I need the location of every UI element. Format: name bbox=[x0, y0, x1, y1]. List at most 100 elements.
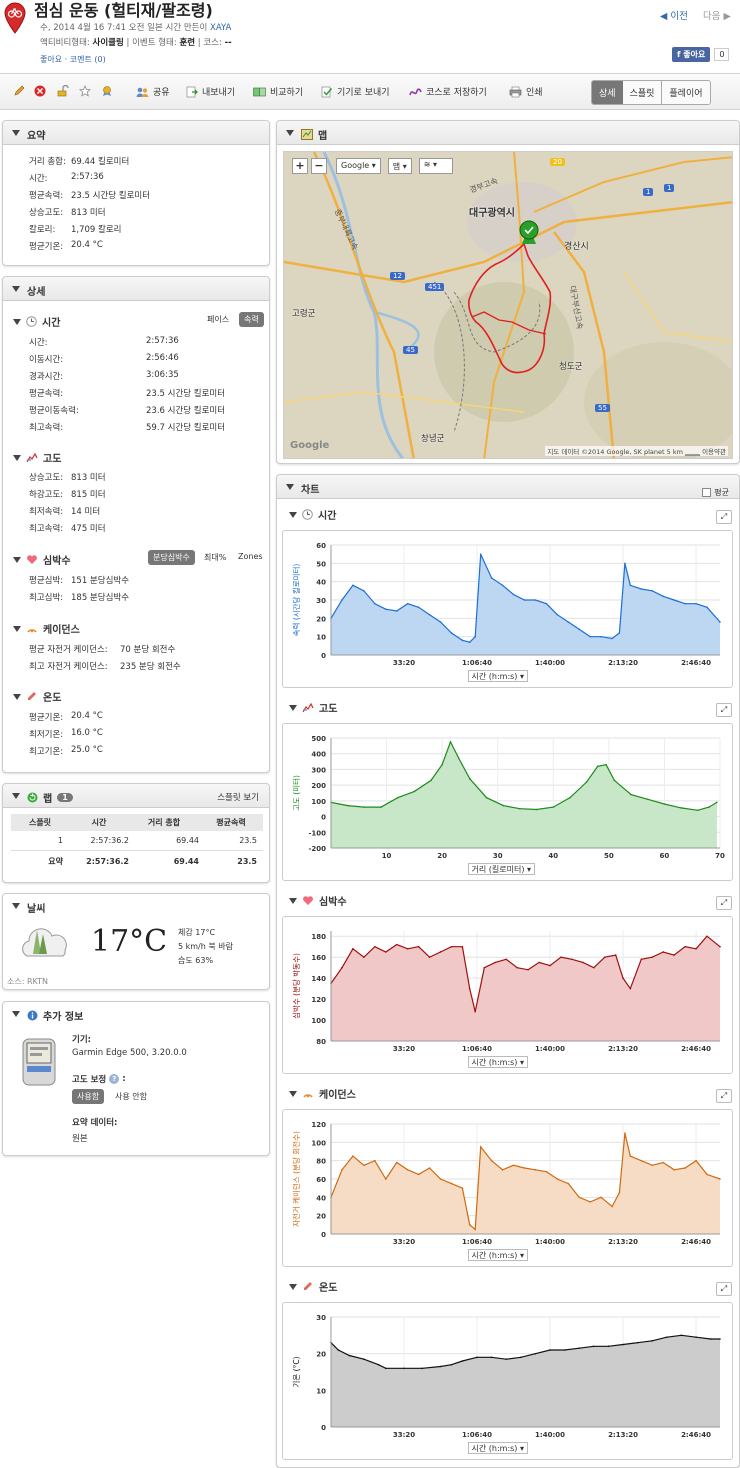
facebook-like[interactable]: f 좋아요 0 bbox=[672, 46, 730, 62]
y-axis-label: 속력 (시간당 킬로미터) bbox=[291, 564, 301, 637]
tab-player[interactable]: 플레이어 bbox=[661, 81, 710, 104]
map-google-logo: Google bbox=[290, 440, 330, 451]
weather-panel: 날씨 17°C 체감 17°C 5 km/h 북 바람 습도 63% 소스: R… bbox=[2, 893, 270, 990]
compare-button[interactable]: 비교하기 bbox=[253, 85, 303, 98]
weather-header[interactable]: 날씨 bbox=[3, 894, 269, 918]
expand-chart-icon[interactable]: ⤢ bbox=[716, 1282, 732, 1296]
tab-details[interactable]: 상세 bbox=[592, 81, 623, 104]
zoom-in-button[interactable]: + bbox=[292, 158, 308, 174]
x-axis-select[interactable]: 시간 (h:m:s) ▾ bbox=[467, 670, 528, 682]
cadence-section-header[interactable]: 케이던스 bbox=[13, 621, 80, 636]
layers-icon[interactable]: ≋ ▾ bbox=[418, 158, 453, 174]
temperature-section-header[interactable]: 온도 bbox=[13, 689, 61, 704]
average-checkbox[interactable]: 평균 bbox=[702, 487, 729, 498]
table-row[interactable]: 1 2:57:36.2 69.44 23.5 bbox=[11, 831, 263, 850]
data-point bbox=[695, 1336, 697, 1338]
comments-link[interactable]: 코멘트 (0) bbox=[70, 55, 106, 64]
y-tick-label: 30 bbox=[316, 1314, 326, 1322]
map-type-select[interactable]: 맵 ▾ bbox=[387, 158, 412, 174]
x-axis-select[interactable]: 거리 (킬로미터) ▾ bbox=[467, 863, 536, 875]
map-canvas[interactable]: + − Google ▾ 맵 ▾ ≋ ▾ 대구광역시 경산시 고령군 청도군 창… bbox=[283, 151, 733, 459]
elevation-section-header[interactable]: 고도 bbox=[13, 450, 61, 465]
send-to-device-button[interactable]: 기기로 보내기 bbox=[321, 85, 390, 98]
activity-type-value[interactable]: 사이클링 bbox=[93, 38, 124, 48]
y-tick-label: 60 bbox=[316, 542, 326, 550]
chart-svg-cad: 0 20 40 60 80 100 120 33:20 1:06:40 1:40:00 2:13:2… bbox=[291, 1121, 721, 1246]
expand-chart-icon[interactable]: ⤢ bbox=[716, 510, 732, 524]
x-axis-select[interactable]: 시간 (h:m:s) ▾ bbox=[467, 1442, 528, 1454]
chart-header-speed[interactable]: 시간 bbox=[289, 507, 336, 522]
next-activity-link[interactable]: 다음 ▶ bbox=[703, 8, 731, 22]
expand-chart-icon[interactable]: ⤢ bbox=[716, 896, 732, 910]
details-header[interactable]: 상세 bbox=[3, 277, 269, 301]
edit-pencil-icon[interactable] bbox=[13, 85, 25, 97]
max-percent-toggle[interactable]: 최대% bbox=[199, 550, 231, 565]
chart-header-temp[interactable]: 온도 bbox=[289, 1279, 337, 1294]
x-axis-select[interactable]: 시간 (h:m:s) ▾ bbox=[467, 1249, 528, 1261]
favorite-star-icon[interactable] bbox=[79, 85, 91, 97]
data-point bbox=[428, 1167, 431, 1169]
x-axis-select[interactable]: 시간 (h:m:s) ▾ bbox=[467, 1056, 528, 1068]
expand-chart-icon[interactable]: ⤢ bbox=[716, 1089, 732, 1103]
data-point bbox=[696, 809, 699, 812]
row-value: 14 미터 bbox=[71, 507, 101, 517]
chart-header-cad[interactable]: 케이던스 bbox=[289, 1086, 356, 1101]
bpm-toggle[interactable]: 분당심박수 bbox=[148, 550, 195, 565]
data-point bbox=[663, 803, 666, 805]
splits-link[interactable]: 스플릿 보기 bbox=[217, 791, 259, 803]
time-section-header[interactable]: 시간 bbox=[13, 314, 60, 329]
chart-header-elev[interactable]: 고도 bbox=[289, 700, 337, 715]
laps-header[interactable]: 랩1 스플릿 보기 bbox=[3, 784, 269, 808]
zones-toggle[interactable]: Zones bbox=[233, 550, 268, 563]
data-point bbox=[569, 796, 571, 799]
data-point bbox=[640, 1159, 643, 1162]
export-button[interactable]: 내보내기 bbox=[186, 85, 235, 98]
charts-header[interactable]: 차트 bbox=[277, 475, 739, 499]
heartrate-section-header[interactable]: 심박수 bbox=[13, 552, 71, 567]
data-point bbox=[646, 798, 649, 801]
share-button[interactable]: 공유 bbox=[136, 85, 170, 98]
expand-chart-icon[interactable]: ⤢ bbox=[716, 703, 732, 717]
event-type-value[interactable]: 훈련 bbox=[179, 38, 195, 48]
data-point bbox=[662, 951, 664, 953]
map-provider-select[interactable]: Google ▾ bbox=[336, 158, 381, 174]
delete-icon[interactable] bbox=[34, 85, 46, 97]
badge-icon[interactable] bbox=[101, 85, 113, 97]
x-tick-label: 1:40:00 bbox=[535, 1431, 565, 1439]
data-point bbox=[461, 1187, 464, 1189]
data-point bbox=[545, 1170, 548, 1173]
data-point bbox=[406, 602, 409, 605]
data-point bbox=[520, 1356, 522, 1359]
save-course-button[interactable]: 코스로 저장하기 bbox=[409, 85, 487, 98]
row-value: 813 미터 bbox=[71, 208, 106, 218]
prev-activity-link[interactable]: ◀ 이전 bbox=[660, 8, 688, 22]
data-point bbox=[593, 966, 595, 969]
data-point bbox=[417, 945, 420, 948]
data-point bbox=[600, 1196, 602, 1199]
data-point bbox=[560, 956, 562, 958]
fb-like-button[interactable]: f 좋아요 bbox=[672, 46, 711, 62]
extra-info-header[interactable]: 추가 정보 bbox=[3, 1002, 269, 1026]
print-button[interactable]: 인쇄 bbox=[509, 85, 543, 98]
summary-panel: 요약 거리 총합: 69.44 킬로미터 시간: 2:57:36 평균속력: 23.5 시… bbox=[2, 120, 270, 266]
y-tick-label: 100 bbox=[311, 798, 326, 806]
elev-correction-off[interactable]: 사용 안함 bbox=[110, 1089, 152, 1104]
zoom-out-button[interactable]: − bbox=[311, 158, 327, 174]
elev-correction-on[interactable]: 사용함 bbox=[72, 1089, 105, 1104]
help-icon[interactable]: ? bbox=[109, 1074, 120, 1084]
data-point bbox=[706, 1173, 708, 1176]
map-header[interactable]: 맵 bbox=[277, 121, 739, 145]
chart-header-hr[interactable]: 심박수 bbox=[289, 893, 347, 908]
unlock-icon[interactable] bbox=[57, 85, 69, 97]
y-tick-label: 0 bbox=[321, 1231, 326, 1239]
pace-toggle[interactable]: 페이스 bbox=[202, 312, 234, 327]
author-link[interactable]: XAYA bbox=[210, 23, 231, 33]
data-point bbox=[468, 987, 471, 990]
road-number-badge: 20 bbox=[550, 158, 565, 166]
row-value: 185 분당심박수 bbox=[71, 593, 130, 603]
tab-splits[interactable]: 스플릿 bbox=[622, 81, 662, 104]
like-link[interactable]: 좋아요 bbox=[40, 55, 62, 64]
data-point bbox=[352, 948, 354, 950]
summary-header[interactable]: 요약 bbox=[3, 121, 269, 145]
speed-toggle[interactable]: 속력 bbox=[239, 312, 264, 327]
